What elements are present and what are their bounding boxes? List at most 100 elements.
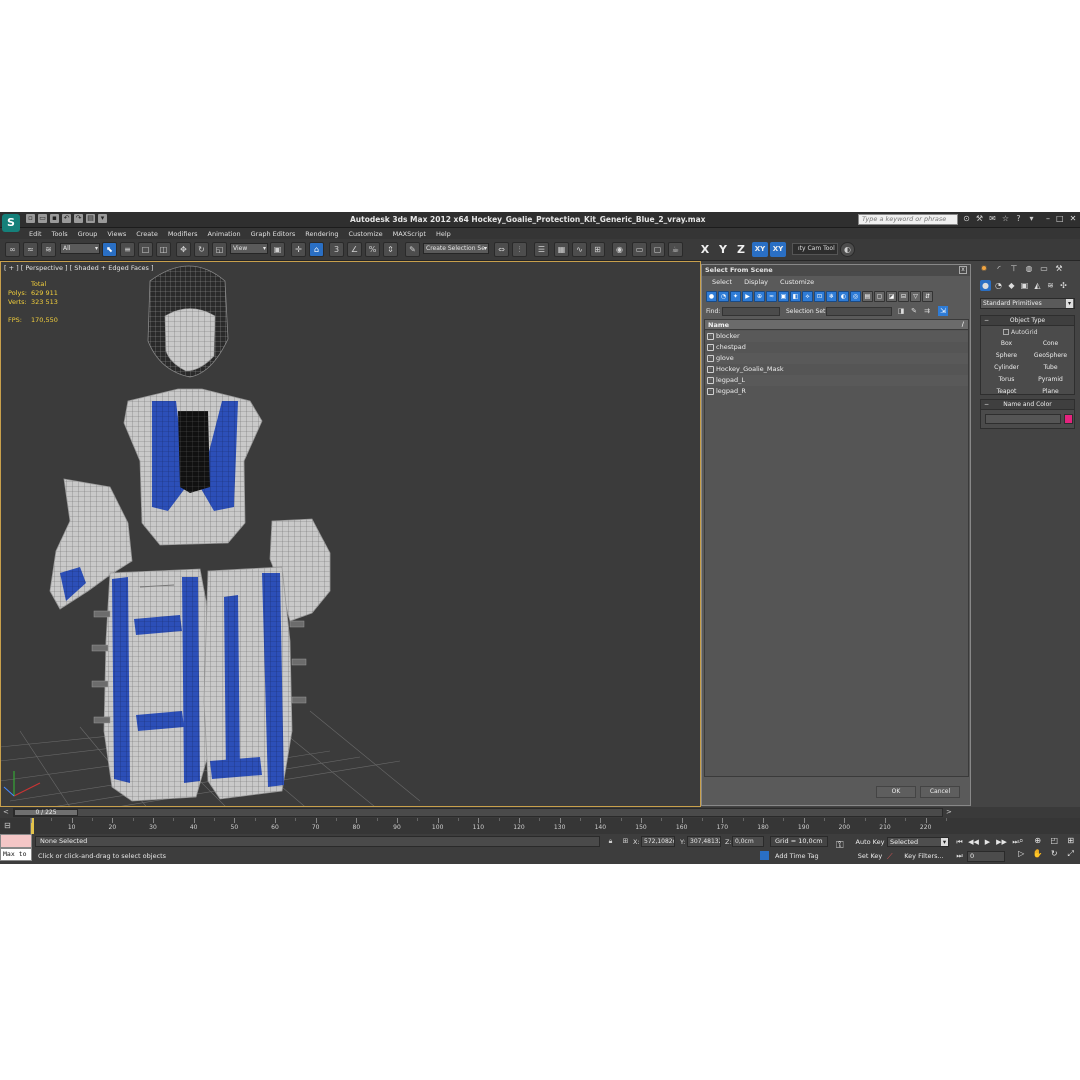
- torus-button[interactable]: Torus: [986, 375, 1027, 384]
- cameras-category-icon[interactable]: ▣: [1019, 280, 1030, 291]
- select-none-icon[interactable]: ▢: [874, 291, 885, 302]
- material-editor-icon[interactable]: ◉: [612, 242, 627, 257]
- geometry-category-icon[interactable]: ●: [980, 280, 991, 291]
- menu-create[interactable]: Create: [136, 230, 158, 238]
- menu-tools[interactable]: Tools: [52, 230, 68, 238]
- scale-icon[interactable]: ◱: [212, 242, 227, 257]
- list-item-glove[interactable]: ◦ glove: [705, 353, 968, 364]
- menu-animation[interactable]: Animation: [208, 230, 241, 238]
- menu-rendering[interactable]: Rendering: [305, 230, 338, 238]
- hierarchy-tab-icon[interactable]: ⊤: [1008, 263, 1020, 275]
- set-key-button[interactable]: Set Key: [855, 851, 885, 862]
- field-of-view-icon[interactable]: ▷: [1014, 849, 1029, 859]
- selection-filter-dropdown[interactable]: All: [60, 243, 100, 254]
- cylinder-button[interactable]: Cylinder: [986, 363, 1027, 372]
- display-geometry-icon[interactable]: ●: [706, 291, 717, 302]
- percent-snap-icon[interactable]: %: [365, 242, 380, 257]
- zoom-all-icon[interactable]: ⊕: [1031, 836, 1046, 846]
- mini-curve-editor-icon[interactable]: ⊟: [4, 820, 18, 832]
- unlink-icon[interactable]: ≈: [23, 242, 38, 257]
- display-tab-icon[interactable]: ▭: [1038, 263, 1050, 275]
- dialog-close-button[interactable]: x: [959, 266, 967, 274]
- tools-icon[interactable]: ⚒: [975, 214, 984, 223]
- play-icon[interactable]: ▶: [982, 837, 993, 847]
- create-tab-icon[interactable]: ✹: [978, 263, 990, 275]
- ok-button[interactable]: OK: [876, 786, 916, 798]
- list-item-legpad-l[interactable]: ◦ legpad_L: [705, 375, 968, 386]
- open-file-icon[interactable]: ▭: [38, 214, 47, 223]
- menu-views[interactable]: Views: [107, 230, 126, 238]
- plane-button[interactable]: Plane: [1030, 387, 1071, 396]
- time-slider-thumb[interactable]: 0 / 225: [14, 809, 78, 816]
- display-frozen-icon[interactable]: ❄: [826, 291, 837, 302]
- display-containers-icon[interactable]: ⊡: [814, 291, 825, 302]
- sphere-button[interactable]: Sphere: [986, 351, 1027, 360]
- lights-category-icon[interactable]: ◆: [1006, 280, 1017, 291]
- minimize-button[interactable]: –: [1046, 214, 1050, 223]
- menu-help[interactable]: Help: [436, 230, 451, 238]
- close-window-button[interactable]: ✕: [1070, 214, 1077, 223]
- link-icon[interactable]: ∞: [5, 242, 20, 257]
- edit-set-icon[interactable]: ✎: [909, 306, 919, 316]
- keyboard-shortcut-override-icon[interactable]: ⌂: [309, 242, 324, 257]
- sync-selection-icon[interactable]: ⇲: [938, 306, 948, 316]
- search-input[interactable]: Type a keyword or phrase: [858, 214, 958, 225]
- redo-icon[interactable]: ↷: [74, 214, 83, 223]
- zoom-extents-all-icon[interactable]: ⊞: [1064, 836, 1079, 846]
- menu-customize[interactable]: Customize: [348, 230, 382, 238]
- legpad-l[interactable]: [103, 568, 213, 802]
- shapes-category-icon[interactable]: ◔: [993, 280, 1004, 291]
- goalie-kit-model[interactable]: [0, 261, 701, 807]
- axis-xy-cycle-button[interactable]: XY: [770, 242, 786, 257]
- geosphere-button[interactable]: GeoSphere: [1030, 351, 1071, 360]
- box-button[interactable]: Box: [986, 339, 1027, 348]
- menu-graph-editors[interactable]: Graph Editors: [251, 230, 296, 238]
- reference-coordinate-dropdown[interactable]: View: [230, 243, 268, 254]
- axis-x-button[interactable]: X: [697, 242, 713, 257]
- autogrid-checkbox[interactable]: AutoGrid: [1003, 329, 1038, 337]
- auto-key-button[interactable]: Auto Key: [855, 837, 885, 848]
- object-color-swatch[interactable]: [1064, 414, 1073, 424]
- select-set-icon[interactable]: ◨: [896, 306, 906, 316]
- list-item-chestpad[interactable]: ◦ chestpad: [705, 342, 968, 353]
- display-xrefs-icon[interactable]: ◧: [790, 291, 801, 302]
- display-groups-icon[interactable]: ▣: [778, 291, 789, 302]
- primitive-category-dropdown[interactable]: Standard Primitives: [980, 298, 1075, 309]
- menu-group[interactable]: Group: [78, 230, 98, 238]
- menu-edit[interactable]: Edit: [29, 230, 42, 238]
- select-all-icon[interactable]: ▤: [862, 291, 873, 302]
- binoculars-icon[interactable]: ⊙: [962, 214, 971, 223]
- y-coordinate-field[interactable]: 307,48132: [687, 836, 721, 847]
- schematic-view-icon[interactable]: ⊞: [590, 242, 605, 257]
- pivot-center-icon[interactable]: ▣: [270, 242, 285, 257]
- select-object-icon[interactable]: ⬉: [102, 242, 117, 257]
- time-slider-track[interactable]: 0 / 225: [13, 808, 943, 817]
- previous-key-icon[interactable]: ◀◀: [968, 837, 979, 847]
- chestpad[interactable]: [123, 388, 263, 546]
- z-coordinate-field[interactable]: 0,0cm: [732, 836, 764, 847]
- menu-modifiers[interactable]: Modifiers: [168, 230, 198, 238]
- pan-icon[interactable]: ✋: [1031, 849, 1046, 859]
- display-cameras-icon[interactable]: ▶: [742, 291, 753, 302]
- rectangular-selection-icon[interactable]: □: [138, 242, 153, 257]
- absolute-mode-icon[interactable]: ⊞: [621, 837, 630, 846]
- legpad-r[interactable]: [203, 566, 293, 800]
- pyramid-button[interactable]: Pyramid: [1030, 375, 1071, 384]
- set-keys-icon[interactable]: ⚿: [836, 840, 844, 851]
- layer-manager-icon[interactable]: ☰: [534, 242, 549, 257]
- dialog-menu-select[interactable]: Select: [712, 277, 732, 288]
- spinner-snap-icon[interactable]: ⇕: [383, 242, 398, 257]
- name-and-color-header[interactable]: Name and Color: [981, 400, 1074, 410]
- find-input[interactable]: [722, 307, 780, 316]
- dialog-menu-customize[interactable]: Customize: [780, 277, 814, 288]
- help-icon[interactable]: ?: [1014, 214, 1023, 223]
- key-mode-dropdown[interactable]: Selected: [887, 837, 949, 847]
- help-dropdown-icon[interactable]: ▾: [1027, 214, 1036, 223]
- display-spacewarps-icon[interactable]: ≈: [766, 291, 777, 302]
- select-by-name-icon[interactable]: ≡: [120, 242, 135, 257]
- named-selection-dropdown[interactable]: Create Selection Se: [423, 243, 489, 254]
- viewport-label[interactable]: [ + ] [ Perspective ] [ Shaded + Edged F…: [4, 264, 154, 272]
- cam-tool-icon[interactable]: ◐: [840, 242, 855, 257]
- next-frame-icon[interactable]: >: [946, 808, 954, 816]
- spacewarps-category-icon[interactable]: ≋: [1045, 280, 1056, 291]
